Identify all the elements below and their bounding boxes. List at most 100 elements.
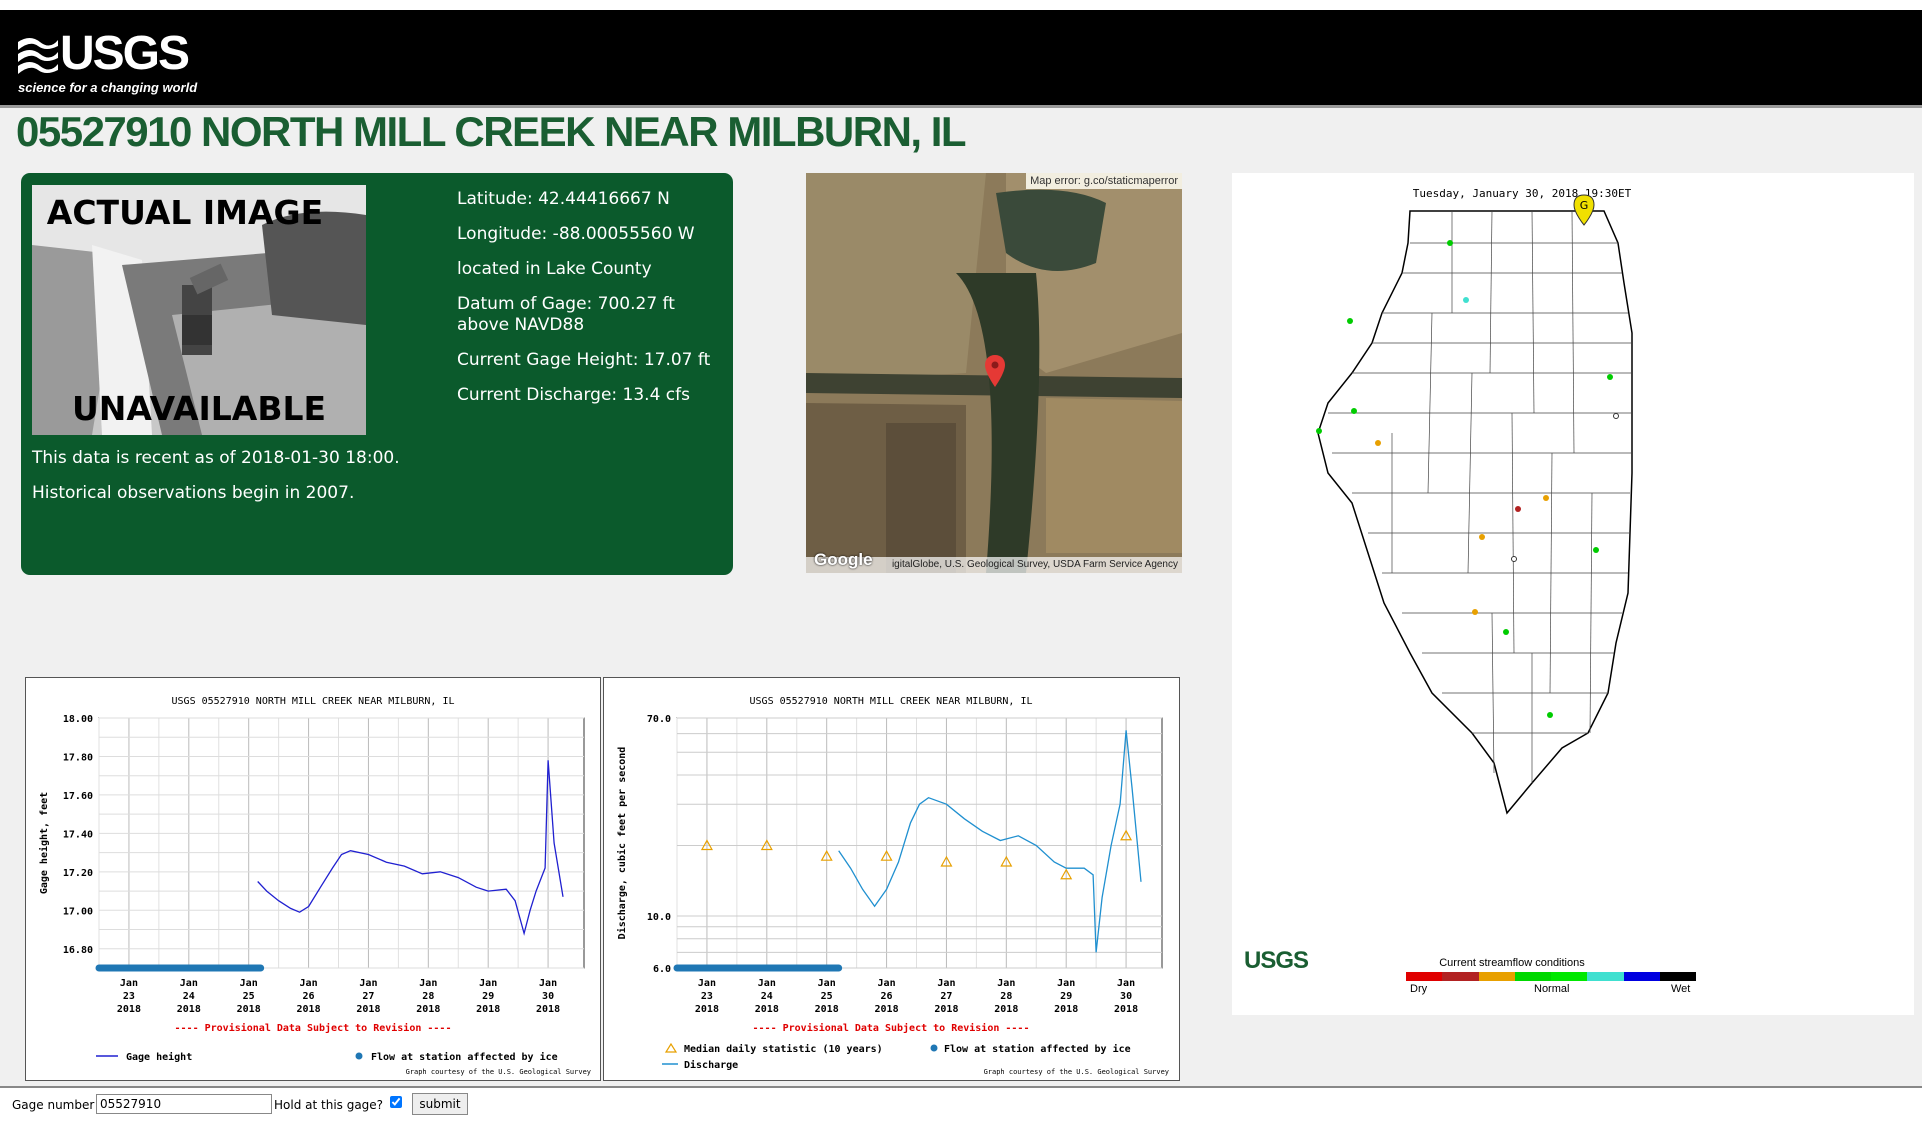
x-tick-label: Jan — [300, 978, 318, 989]
legend-swatch-2 — [1478, 972, 1515, 981]
x-tick-label: 24 — [761, 991, 773, 1002]
graph-credit: Graph courtesy of the U.S. Geological Su… — [984, 1068, 1169, 1076]
discharge-graph[interactable]: USGS 05527910 NORTH MILL CREEK NEAR MILB… — [603, 677, 1180, 1081]
y-tick-label: 16.80 — [63, 945, 93, 956]
photo-caption-top: ACTUAL IMAGE — [46, 193, 324, 232]
map-error-notice[interactable]: Map error: g.co/staticmaperror — [1026, 173, 1182, 189]
y-tick-label: 17.40 — [63, 829, 93, 840]
site-info-panel: ACTUAL IMAGE UNAVAILABLE Latitude: 42.44… — [21, 173, 733, 575]
x-tick-label: Jan — [1057, 978, 1075, 989]
x-tick-label: 26 — [303, 991, 315, 1002]
legend-ice-dot — [930, 1044, 938, 1052]
discharge-text: Current Discharge: 13.4 cfs — [457, 385, 690, 405]
plot-area — [676, 717, 1163, 969]
legend-wet: Wet — [1671, 983, 1691, 995]
hold-label: Hold at this gage? — [274, 1098, 384, 1112]
y-tick-label: 17.00 — [63, 906, 93, 917]
x-tick-label: Jan — [878, 978, 896, 989]
x-tick-label: 2018 — [177, 1004, 201, 1015]
header-bar: USGS science for a changing world — [0, 10, 1922, 108]
photo-caption-bottom: UNAVAILABLE — [71, 389, 327, 428]
x-tick-label: Jan — [698, 978, 716, 989]
x-tick-label: Jan — [997, 978, 1015, 989]
x-tick-label: 27 — [940, 991, 952, 1002]
latitude-text: Latitude: 42.44416667 N — [457, 189, 670, 209]
x-tick-label: 29 — [1060, 991, 1072, 1002]
top-strip — [0, 0, 1922, 10]
x-tick-label: Jan — [539, 978, 557, 989]
y-tick-label: 70.0 — [647, 714, 671, 725]
page-title: 05527910 NORTH MILL CREEK NEAR MILBURN, … — [16, 108, 967, 155]
x-tick-label: 2018 — [117, 1004, 141, 1015]
legend-normal: Normal — [1534, 983, 1570, 995]
legend-swatch-5 — [1587, 972, 1624, 981]
x-tick-label: 2018 — [356, 1004, 380, 1015]
legend-title: Current streamflow conditions — [1439, 957, 1585, 969]
x-tick-label: 2018 — [536, 1004, 560, 1015]
y-tick-label: 6.0 — [653, 964, 671, 975]
x-tick-label: Jan — [1117, 978, 1135, 989]
x-tick-label: 2018 — [755, 1004, 779, 1015]
usgs-logo[interactable]: USGS science for a changing world — [16, 27, 197, 98]
provisional-note: ---- Provisional Data Subject to Revisio… — [753, 1022, 1030, 1034]
x-tick-label: Jan — [479, 978, 497, 989]
legend-label: Gage height — [126, 1051, 192, 1063]
x-tick-label: 25 — [243, 991, 255, 1002]
x-tick-label: 2018 — [875, 1004, 899, 1015]
x-tick-label: Jan — [240, 978, 258, 989]
x-tick-label: Jan — [359, 978, 377, 989]
location-pin-icon[interactable] — [985, 355, 1005, 387]
x-tick-label: 28 — [422, 991, 434, 1002]
recent-text: This data is recent as of 2018-01-30 18:… — [32, 448, 400, 468]
submit-button[interactable]: submit — [412, 1093, 468, 1115]
chart-title: USGS 05527910 NORTH MILL CREEK NEAR MILB… — [750, 696, 1033, 707]
longitude-text: Longitude: -88.00055560 W — [457, 224, 695, 244]
x-tick-label: 28 — [1000, 991, 1012, 1002]
x-tick-label: 24 — [183, 991, 195, 1002]
x-tick-label: Jan — [758, 978, 776, 989]
legend-swatch-1 — [1442, 972, 1479, 981]
gage-height-chart: USGS 05527910 NORTH MILL CREEK NEAR MILB… — [38, 696, 591, 1076]
google-logo[interactable]: Google — [814, 550, 873, 570]
x-tick-label: 30 — [542, 991, 554, 1002]
gage-height-graph[interactable]: USGS 05527910 NORTH MILL CREEK NEAR MILB… — [25, 677, 601, 1081]
gage-height-text: Current Gage Height: 17.07 ft — [457, 350, 711, 370]
x-tick-label: Jan — [419, 978, 437, 989]
x-tick-label: 26 — [881, 991, 893, 1002]
legend-dry: Dry — [1410, 983, 1428, 995]
x-tick-label: 2018 — [1114, 1004, 1138, 1015]
gage-number-input[interactable] — [96, 1094, 272, 1114]
y-axis-label: Gage height, feet — [38, 792, 50, 894]
legend-swatch-4 — [1551, 972, 1588, 981]
hold-checkbox[interactable] — [390, 1096, 402, 1108]
logo-word: USGS — [60, 27, 190, 80]
plot-area — [98, 717, 585, 969]
x-tick-label: 29 — [482, 991, 494, 1002]
gage-marker-icon[interactable]: G — [1572, 193, 1596, 227]
legend-label: Flow at station affected by ice — [944, 1043, 1131, 1055]
provisional-note: ---- Provisional Data Subject to Revisio… — [175, 1022, 452, 1034]
x-tick-label: 2018 — [297, 1004, 321, 1015]
legend-label: Flow at station affected by ice — [371, 1051, 558, 1063]
historical-text: Historical observations begin in 2007. — [32, 483, 355, 503]
discharge-chart: USGS 05527910 NORTH MILL CREEK NEAR MILB… — [616, 696, 1169, 1076]
legend-swatch-6 — [1623, 972, 1660, 981]
x-tick-label: 2018 — [934, 1004, 958, 1015]
x-tick-label: Jan — [818, 978, 836, 989]
x-tick-label: Jan — [937, 978, 955, 989]
x-tick-label: 27 — [362, 991, 374, 1002]
x-tick-label: 2018 — [476, 1004, 500, 1015]
legend-label: Median daily statistic (10 years) — [684, 1043, 883, 1055]
x-tick-label: Jan — [120, 978, 138, 989]
x-tick-label: 2018 — [1054, 1004, 1078, 1015]
illinois-streamflow-map[interactable]: Tuesday, January 30, 2018 19:30ET G USGS… — [1232, 173, 1914, 1015]
x-tick-label: 23 — [123, 991, 135, 1002]
y-tick-label: 10.0 — [647, 912, 671, 923]
legend-swatch-7 — [1659, 972, 1696, 981]
gage-number-label: Gage number — [12, 1098, 95, 1112]
datum-text: Datum of Gage: 700.27 ft above NAVD88 — [457, 294, 675, 335]
y-axis-label: Discharge, cubic feet per second — [616, 747, 628, 940]
x-tick-label: 2018 — [416, 1004, 440, 1015]
satellite-map[interactable]: Map error: g.co/staticmaperror igitalGlo… — [806, 173, 1182, 573]
illinois-outline — [1316, 210, 1633, 815]
